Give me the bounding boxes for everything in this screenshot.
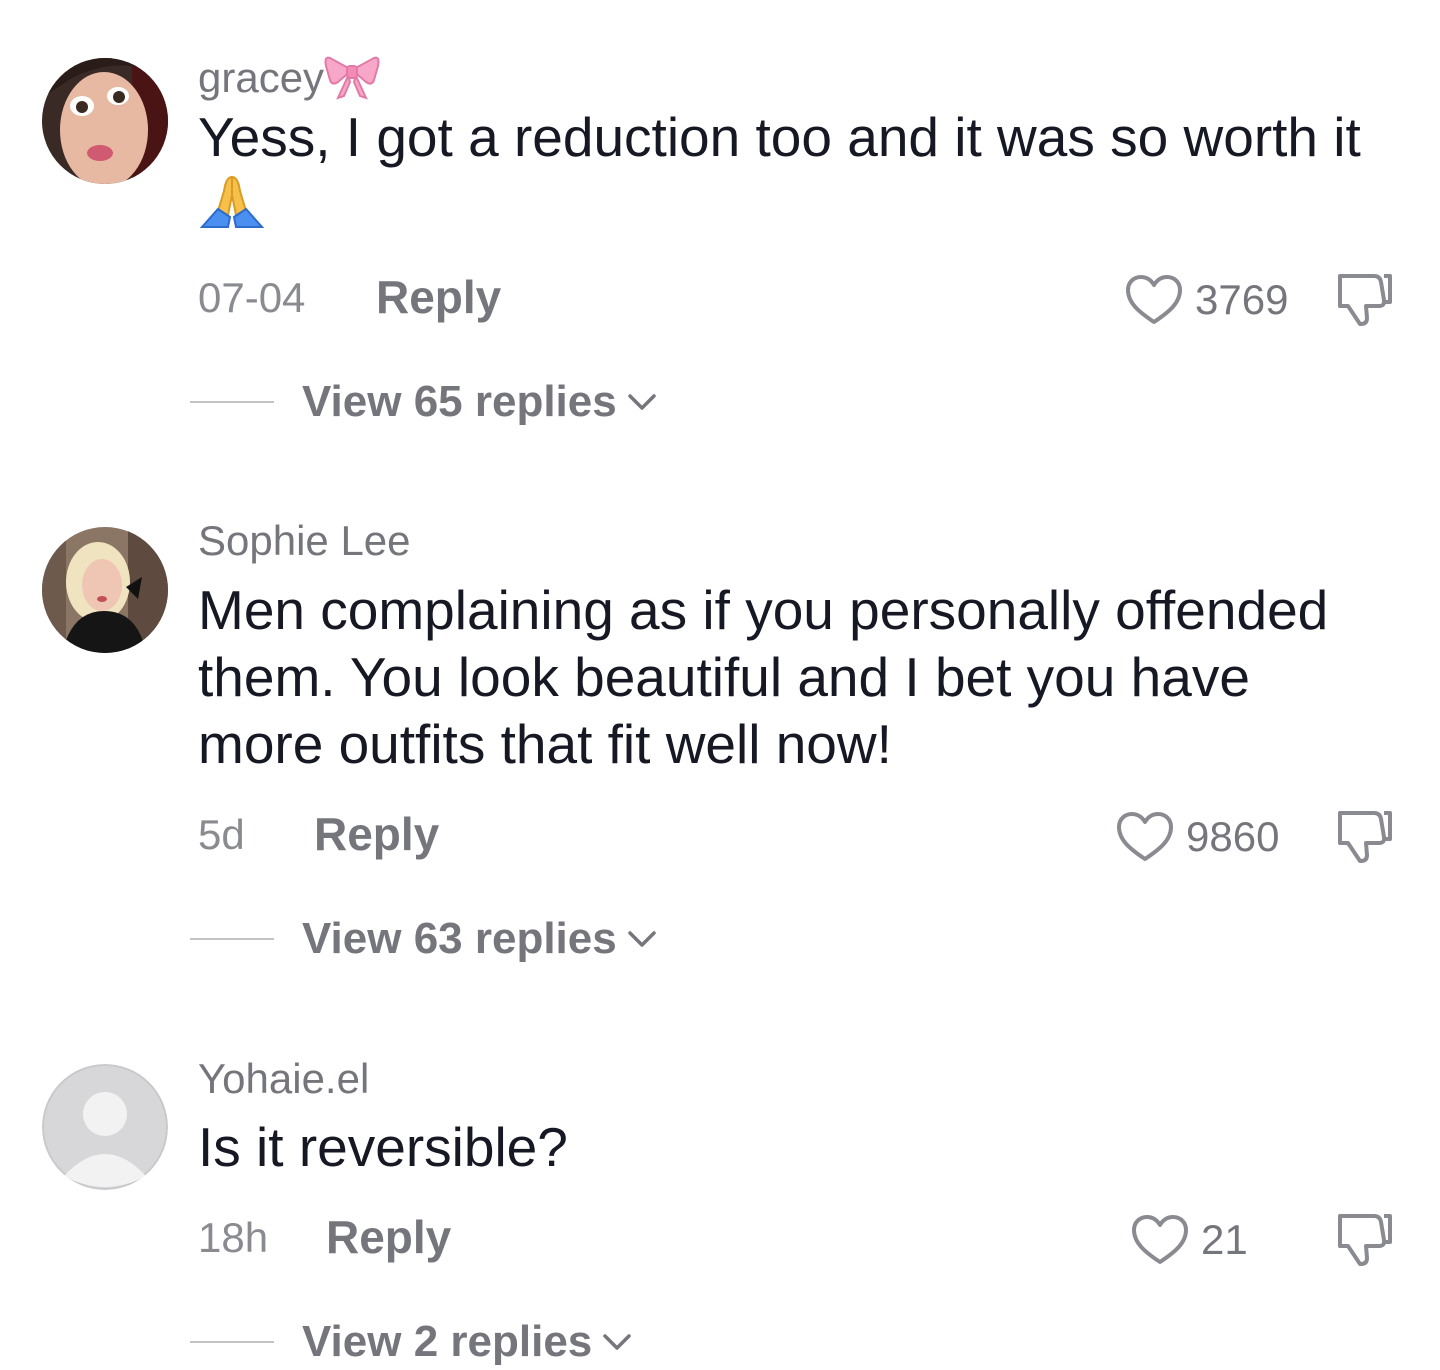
replies-divider <box>190 401 274 403</box>
thumbs-down-icon <box>1334 1208 1396 1270</box>
avatar[interactable] <box>42 1064 168 1190</box>
bow-emoji-icon <box>324 52 380 100</box>
comment-text: Is it reversible? <box>198 1116 568 1178</box>
like-count: 9860 <box>1186 813 1280 860</box>
reply-button[interactable]: Reply <box>314 811 439 857</box>
reply-button[interactable]: Reply <box>376 274 501 320</box>
chevron-down-icon <box>627 392 657 412</box>
username[interactable]: gracey <box>198 52 380 100</box>
like-count: 21 <box>1201 1216 1248 1263</box>
replies-divider <box>190 938 274 940</box>
dislike-button[interactable] <box>1334 268 1396 330</box>
like-button[interactable]: 21 <box>1131 1214 1248 1266</box>
username[interactable]: Yohaie.el <box>198 1058 369 1100</box>
avatar[interactable] <box>42 527 168 653</box>
heart-outline-icon <box>1116 811 1174 863</box>
avatar[interactable] <box>42 58 168 184</box>
default-avatar-icon <box>42 1064 168 1190</box>
like-count: 3769 <box>1195 276 1289 323</box>
thumbs-down-icon <box>1334 268 1396 330</box>
username[interactable]: Sophie Lee <box>198 520 411 562</box>
view-replies-button[interactable]: View 63 replies <box>190 917 657 961</box>
chevron-down-icon <box>627 929 657 949</box>
reply-button[interactable]: Reply <box>326 1214 451 1260</box>
dislike-button[interactable] <box>1334 1208 1396 1270</box>
view-replies-label: View 2 replies <box>302 1317 593 1366</box>
comment-text: Yess, I got a reduction too and it was s… <box>198 104 1378 240</box>
view-replies-label: View 63 replies <box>302 914 617 963</box>
heart-outline-icon <box>1131 1214 1189 1266</box>
username-text: gracey <box>198 54 325 101</box>
thumbs-down-icon <box>1334 805 1396 867</box>
replies-divider <box>190 1341 274 1343</box>
comment-text-content: Yess, I got a reduction too and it was s… <box>198 106 1361 168</box>
like-button[interactable]: 9860 <box>1116 811 1279 863</box>
comment-text: Men complaining as if you personally off… <box>198 579 1329 775</box>
view-replies-button[interactable]: View 65 replies <box>190 380 657 424</box>
like-button[interactable]: 3769 <box>1125 274 1288 326</box>
comment-timestamp: 5d <box>198 811 245 858</box>
view-replies-button[interactable]: View 2 replies <box>190 1320 632 1364</box>
view-replies-label: View 65 replies <box>302 377 617 426</box>
heart-outline-icon <box>1125 274 1183 326</box>
comment-timestamp: 18h <box>198 1214 269 1261</box>
comment-timestamp: 07-04 <box>198 274 306 321</box>
dislike-button[interactable] <box>1334 805 1396 867</box>
chevron-down-icon <box>602 1332 632 1352</box>
folded-hands-emoji-icon <box>198 171 266 231</box>
